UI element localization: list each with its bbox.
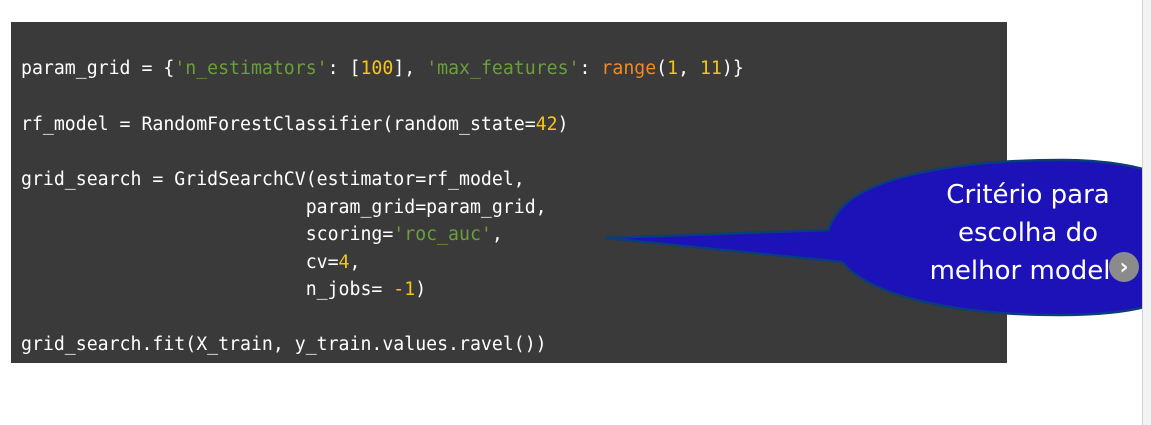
next-arrow-button[interactable]: › (1109, 252, 1139, 282)
right-scroll-edge (1142, 0, 1151, 425)
callout-line-1: Critério para (946, 180, 1110, 210)
chevron-right-icon: › (1119, 254, 1129, 280)
callout-line-2: escolha do (957, 218, 1099, 248)
